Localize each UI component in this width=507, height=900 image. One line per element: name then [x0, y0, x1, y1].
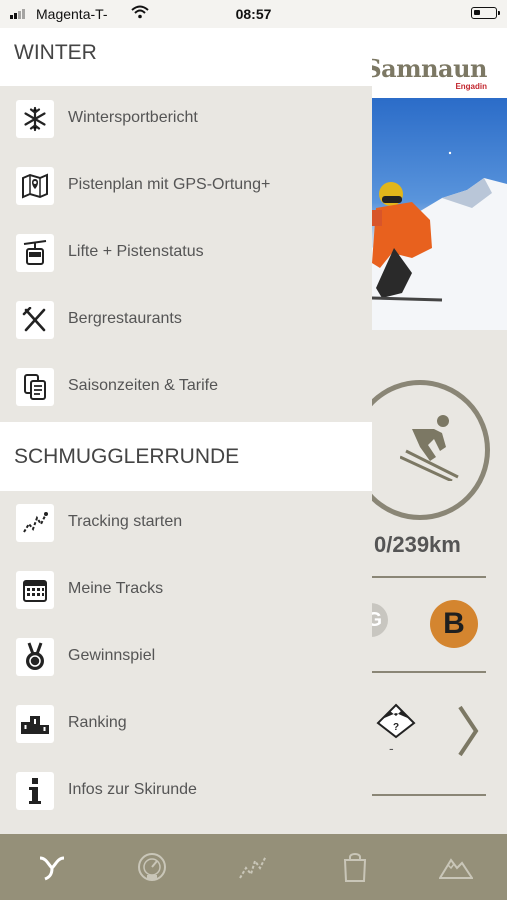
menu-label: Meine Tracks — [68, 580, 164, 597]
logo-subtitle: Engadin — [455, 82, 487, 91]
menu-item-ranking[interactable]: Ranking — [0, 693, 372, 757]
hero-image — [372, 98, 507, 330]
podium-icon — [16, 705, 54, 743]
mountain-icon — [439, 858, 473, 879]
tab-bar — [0, 834, 507, 900]
badge-b[interactable]: B — [430, 600, 478, 648]
status-bar: Magenta-T- 08:57 — [0, 0, 507, 28]
menu-item-infos[interactable]: Infos zur Skirunde — [0, 760, 372, 824]
shopping-bag-icon — [343, 853, 367, 882]
chevron-right-icon[interactable] — [456, 705, 480, 762]
tab-tracking[interactable] — [236, 850, 270, 884]
menu-label: Saisonzeiten & Tarife — [68, 377, 219, 394]
menu-label: Tracking starten — [68, 513, 183, 530]
section-header-winter: WINTER — [0, 28, 372, 86]
fork-knife-icon — [16, 301, 54, 339]
distance-value: 0/239km — [374, 532, 461, 557]
menu-label: Gewinnspiel — [68, 647, 156, 664]
info-icon — [16, 772, 54, 810]
avalanche-warning-icon[interactable]: ? — [376, 703, 416, 744]
menu-label: Infos zur Skirunde — [68, 781, 197, 798]
medal-icon — [16, 638, 54, 676]
divider — [372, 576, 486, 578]
tab-mountain[interactable] — [439, 850, 473, 884]
menu-label: Pistenplan mit GPS-Ortung+ — [68, 176, 271, 193]
menu-item-pistenplan[interactable]: Pistenplan mit GPS-Ortung+ — [0, 155, 372, 219]
svg-text:?: ? — [393, 722, 399, 733]
tab-speedometer[interactable] — [135, 850, 169, 884]
divider — [372, 794, 486, 796]
tickets-icon — [16, 368, 54, 406]
tab-home[interactable] — [35, 850, 69, 884]
navigation-drawer: WINTER Wintersportbericht Pistenplan mit… — [0, 28, 372, 834]
status-time: 08:57 — [235, 6, 272, 22]
menu-item-meine-tracks[interactable]: Meine Tracks — [0, 559, 372, 623]
speedometer-icon — [138, 853, 166, 881]
section-header-schmugglerrunde: SCHMUGGLERRUNDE — [0, 422, 372, 491]
tracking-icon — [239, 855, 267, 879]
logo-title: Samnaun — [364, 54, 487, 83]
menu-item-bergrestaurants[interactable]: Bergrestaurants — [0, 289, 372, 353]
menu-label: Ranking — [68, 714, 127, 731]
menu-item-gewinnspiel[interactable]: Gewinnspiel — [0, 626, 372, 690]
menu-label: Wintersportbericht — [68, 109, 198, 126]
gondola-icon — [16, 234, 54, 272]
home-swirl-icon — [39, 856, 65, 881]
calendar-icon — [16, 571, 54, 609]
avalanche-level: - — [389, 740, 394, 756]
tracking-icon — [16, 504, 54, 542]
background-dashboard: Samnaun Engadin 0/239km G B ? - — [350, 28, 507, 834]
snowflake-icon — [16, 100, 54, 138]
menu-item-wintersportbericht[interactable]: Wintersportbericht — [0, 88, 372, 152]
menu-item-lifte[interactable]: Lifte + Pistenstatus — [0, 222, 372, 286]
menu-label: Lifte + Pistenstatus — [68, 243, 204, 260]
map-pin-icon — [16, 167, 54, 205]
menu-item-tracking-starten[interactable]: Tracking starten — [0, 492, 372, 556]
menu-label: Bergrestaurants — [68, 310, 182, 327]
divider — [372, 671, 486, 673]
tab-shop[interactable] — [338, 850, 372, 884]
menu-item-saisonzeiten[interactable]: Saisonzeiten & Tarife — [0, 356, 372, 420]
skier-icon — [399, 411, 470, 486]
logo-area: Samnaun Engadin — [364, 28, 507, 98]
battery-icon — [471, 7, 500, 19]
